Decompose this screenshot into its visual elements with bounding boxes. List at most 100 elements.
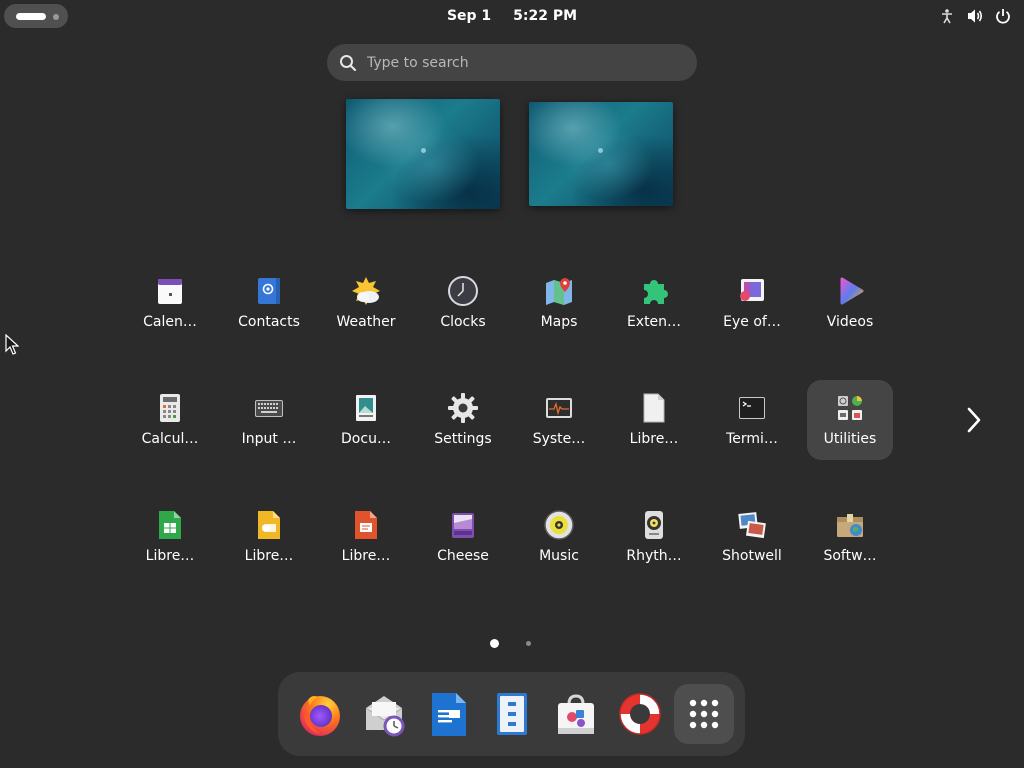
software-icon [837,514,863,537]
app-label: Libre… [629,431,679,447]
app-label: Music [539,548,579,564]
app-folder-utilities[interactable]: Utilities [807,380,893,460]
app-label: Libre… [244,548,294,564]
page-indicator [0,639,1024,649]
app-label: Clocks [440,314,486,330]
app-label: Cheese [437,548,489,564]
software-store-icon [558,694,594,734]
libreoffice-draw-icon [258,511,280,539]
dock-software[interactable] [546,684,606,744]
app-label: Eye of… [723,314,781,330]
clock: Sep 1 5:22 PM [0,0,1024,32]
app-label: Termi… [726,431,778,447]
clocks-icon [448,276,478,306]
app-label: Utilities [823,431,877,447]
app-label: Maps [540,314,578,330]
app-settings[interactable]: Settings [420,380,506,460]
page-dot-1[interactable] [490,639,499,648]
app-contacts[interactable]: Contacts [226,263,312,343]
search-icon [340,54,357,71]
app-extensions[interactable]: Exten… [611,263,697,343]
app-maps[interactable]: Maps [516,263,602,343]
power-icon[interactable] [994,7,1012,25]
activities-button[interactable] [4,4,68,28]
cheese-icon [452,513,474,538]
app-videos[interactable]: Videos [807,263,893,343]
document-viewer-icon [356,395,376,421]
app-label: Softw… [823,548,877,564]
app-label: Contacts [238,314,300,330]
app-calendar[interactable]: Calen… [127,263,213,343]
dock-evolution[interactable] [354,684,414,744]
app-label: Libre… [341,548,391,564]
page-dot-2[interactable] [526,641,531,646]
app-cheese[interactable]: Cheese [420,497,506,577]
workspace-thumbnail-2[interactable] [529,102,673,206]
dash [278,672,745,756]
dock-files[interactable] [482,684,542,744]
utilities-folder-icon [838,396,862,420]
firefox-icon [300,696,340,736]
libreoffice-writer-icon [432,693,466,736]
app-software[interactable]: Softw… [807,497,893,577]
app-libreoffice[interactable]: Libre… [611,380,697,460]
volume-icon[interactable] [966,7,984,25]
system-monitor-icon [546,398,572,418]
app-label: Calcul… [141,431,199,447]
app-input-method[interactable]: Input … [226,380,312,460]
accessibility-icon[interactable] [938,7,956,25]
app-label: Calen… [143,314,197,330]
clock-date[interactable]: Sep 1 [447,8,491,24]
rhythmbox-icon [645,511,663,539]
app-eye-of-gnome[interactable]: Eye of… [709,263,795,343]
app-terminal[interactable]: Termi… [709,380,795,460]
dock-help[interactable] [610,684,670,744]
app-label: Settings [434,431,492,447]
dock-firefox[interactable] [290,684,350,744]
app-label: Videos [826,314,874,330]
app-libreoffice-calc[interactable]: Libre… [127,497,213,577]
maps-icon [546,278,572,305]
app-label: Weather [336,314,396,330]
workspace-indicator-inactive [53,14,59,20]
workspace-thumbnail-1[interactable] [346,99,500,209]
evolution-mail-icon [365,696,405,737]
music-icon [544,510,574,540]
app-rhythmbox[interactable]: Rhyth… [611,497,697,577]
clock-time[interactable]: 5:22 PM [513,8,577,24]
app-music[interactable]: Music [516,497,602,577]
dock-libreoffice-writer[interactable] [418,684,478,744]
keyboard-icon [255,400,283,417]
app-clocks[interactable]: Clocks [420,263,506,343]
terminal-icon [739,397,765,419]
search-bar[interactable] [327,44,697,81]
contacts-icon [258,278,280,304]
app-weather[interactable]: Weather [323,263,409,343]
app-label: Docu… [341,431,391,447]
show-apps-icon [689,699,719,729]
app-libreoffice-draw[interactable]: Libre… [226,497,312,577]
next-page-button[interactable] [960,403,988,437]
app-label: Syste… [532,431,586,447]
app-label: Rhyth… [626,548,682,564]
app-document-viewer[interactable]: Docu… [323,380,409,460]
app-system-monitor[interactable]: Syste… [516,380,602,460]
system-status-area[interactable] [938,6,1012,26]
libreoffice-calc-icon [159,511,181,539]
files-icon [497,693,527,735]
settings-gear-icon [448,393,478,423]
search-input[interactable] [367,54,667,71]
workspace-indicator-active [16,13,46,20]
calendar-icon [158,279,182,304]
help-icon [619,693,661,735]
app-label: Shotwell [722,548,782,564]
show-apps-button[interactable] [674,684,734,744]
extensions-icon [644,280,668,304]
app-label: Exten… [626,314,682,330]
app-calculator[interactable]: Calcul… [127,380,213,460]
app-label: Input … [241,431,297,447]
calculator-icon [160,394,180,422]
shotwell-icon [738,512,766,539]
app-shotwell[interactable]: Shotwell [709,497,795,577]
app-libreoffice-impress[interactable]: Libre… [323,497,409,577]
